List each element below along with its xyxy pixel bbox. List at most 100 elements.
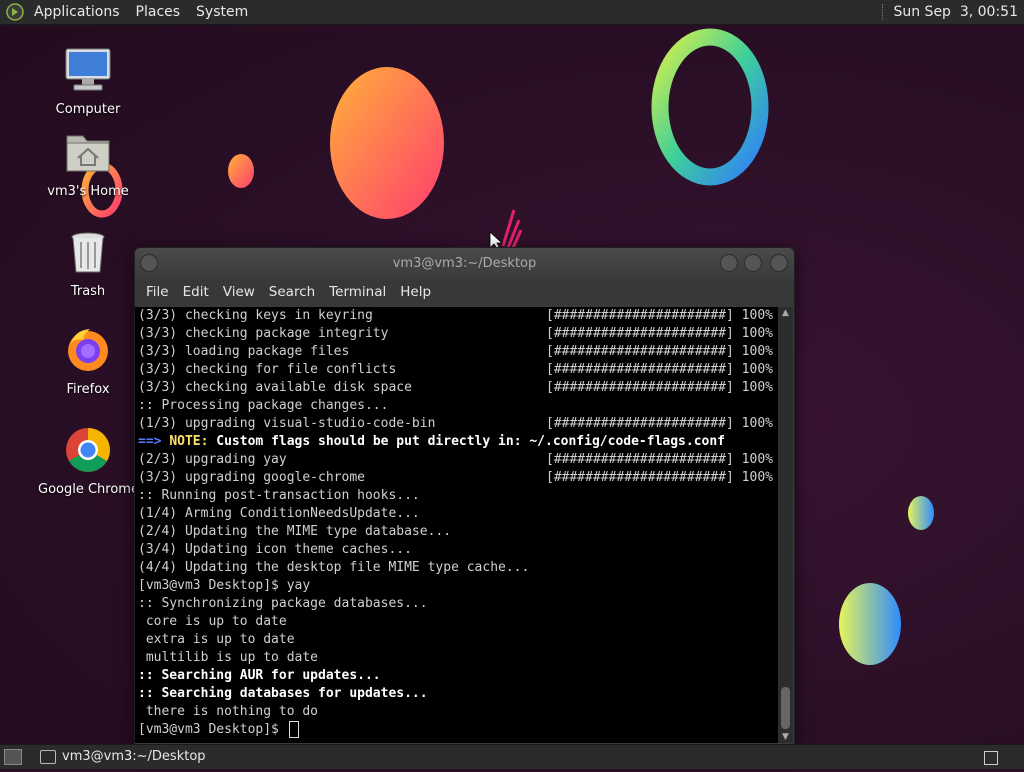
chrome-icon — [66, 428, 110, 472]
line-text: (1/4) Arming ConditionNeedsUpdate... — [138, 506, 420, 521]
desktop-icon-label: Trash — [70, 284, 106, 299]
line-text: (3/3) checking keys in keyring — [138, 308, 373, 323]
menu-edit[interactable]: Edit — [176, 284, 216, 300]
progress-bar-text: [######################] 100% — [546, 470, 773, 485]
terminal-line: (2/3) upgrading yay [####################… — [135, 451, 778, 469]
note-tag: NOTE: — [169, 434, 209, 449]
terminal-line: (4/4) Updating the desktop file MIME typ… — [135, 559, 778, 577]
terminal-line: (3/3) checking keys in keyring [#########… — [135, 307, 778, 325]
terminal-line: extra is up to date — [135, 631, 778, 649]
window-menu-button[interactable] — [140, 254, 158, 272]
scroll-down-arrow-icon[interactable]: ▼ — [778, 731, 793, 743]
line-text: (3/3) checking for file conflicts — [138, 362, 397, 377]
home-folder-icon — [66, 135, 110, 172]
close-button[interactable] — [770, 254, 788, 272]
desktop-icon-label: Firefox — [66, 382, 110, 397]
desktop-icon-chrome[interactable]: Google Chrome — [38, 426, 139, 497]
line-text: extra is up to date — [138, 632, 295, 647]
progress-bar-text: [######################] 100% — [546, 326, 773, 341]
computer-icon — [65, 48, 111, 91]
line-text: core is up to date — [138, 614, 287, 629]
minimize-button[interactable] — [720, 254, 738, 272]
prompt-text: [vm3@vm3 Desktop]$ — [138, 722, 287, 737]
taskbar-label: vm3@vm3:~/Desktop — [62, 749, 206, 764]
terminal-line: (1/3) upgrading visual-studio-code-bin [#… — [135, 415, 778, 433]
progress-bar-text: [######################] 100% — [546, 344, 773, 359]
terminal-menubar: File Edit View Search Terminal Help — [135, 278, 794, 306]
window-title: vm3@vm3:~/Desktop — [392, 256, 537, 271]
terminal-output[interactable]: (3/3) checking keys in keyring [#########… — [135, 307, 778, 743]
menu-view[interactable]: View — [216, 284, 262, 300]
system-menu[interactable]: System — [188, 0, 256, 24]
top-panel: Applications Places System Sun Sep 3, 00… — [0, 0, 1024, 25]
terminal-line: ==> NOTE: Custom flags should be put dir… — [135, 433, 778, 451]
desktop-icon-label: Google Chrome — [38, 482, 139, 497]
menu-help[interactable]: Help — [393, 284, 438, 300]
applications-menu[interactable]: Applications — [26, 0, 128, 24]
terminal-line: :: Searching databases for updates... — [135, 685, 778, 703]
menu-search[interactable]: Search — [262, 284, 322, 300]
clock[interactable]: Sun Sep 3, 00:51 — [893, 4, 1024, 20]
prompt-line[interactable]: [vm3@vm3 Desktop]$ — [135, 721, 778, 739]
desktop-icon-computer[interactable]: Computer — [38, 46, 138, 117]
line-text: :: Synchronizing package databases... — [138, 596, 428, 611]
window-titlebar[interactable]: vm3@vm3:~/Desktop — [135, 248, 794, 278]
desktop-icon-label: vm3's Home — [47, 184, 129, 199]
desktop-icon-home[interactable]: vm3's Home — [38, 128, 138, 199]
taskbar-terminal-button[interactable]: vm3@vm3:~/Desktop — [34, 745, 216, 769]
applications-menu-icon[interactable] — [6, 3, 24, 21]
firefox-icon — [68, 329, 108, 371]
terminal-line: (2/4) Updating the MIME type database... — [135, 523, 778, 541]
terminal-icon — [40, 750, 56, 764]
desktop-icon-firefox[interactable]: Firefox — [38, 326, 138, 397]
terminal-scrollbar[interactable]: ▲ ▼ — [778, 307, 793, 743]
progress-bar-text: [######################] 100% — [546, 452, 773, 467]
line-text: (3/4) Updating icon theme caches... — [138, 542, 412, 557]
desktop-icon-trash[interactable]: Trash — [38, 228, 138, 299]
places-menu[interactable]: Places — [128, 0, 189, 24]
line-text: :: Searching databases for updates... — [138, 686, 428, 701]
workspace-switcher-icon[interactable] — [984, 751, 998, 765]
line-text: (1/3) upgrading visual-studio-code-bin — [138, 416, 436, 431]
menu-terminal[interactable]: Terminal — [322, 284, 393, 300]
terminal-line: (3/3) loading package files [############… — [135, 343, 778, 361]
scrollbar-thumb[interactable] — [781, 687, 790, 729]
panel-separator — [882, 4, 885, 20]
terminal-line: (3/3) checking package integrity [#######… — [135, 325, 778, 343]
show-desktop-icon[interactable] — [4, 749, 22, 765]
text-cursor — [288, 721, 299, 738]
desktop-icon-label: Computer — [55, 102, 121, 117]
terminal-line: (3/3) checking for file conflicts [######… — [135, 361, 778, 379]
bottom-panel: vm3@vm3:~/Desktop — [0, 744, 1024, 769]
terminal-line: :: Running post-transaction hooks... — [135, 487, 778, 505]
scroll-up-arrow-icon[interactable]: ▲ — [778, 307, 793, 319]
progress-bar-text: [######################] 100% — [546, 380, 773, 395]
terminal-line: :: Synchronizing package databases... — [135, 595, 778, 613]
line-text: (3/3) loading package files — [138, 344, 350, 359]
progress-bar-text: [######################] 100% — [546, 416, 773, 431]
terminal-line: (3/3) checking available disk space [####… — [135, 379, 778, 397]
maximize-button[interactable] — [744, 254, 762, 272]
line-text: (3/3) upgrading google-chrome — [138, 470, 365, 485]
terminal-line: :: Searching AUR for updates... — [135, 667, 778, 685]
line-text: (3/3) checking available disk space — [138, 380, 412, 395]
terminal-line: multilib is up to date — [135, 649, 778, 667]
terminal-line: :: Processing package changes... — [135, 397, 778, 415]
line-text: there is nothing to do — [138, 704, 319, 719]
terminal-line: there is nothing to do — [135, 703, 778, 721]
line-text: (2/4) Updating the MIME type database... — [138, 524, 452, 539]
line-text: (2/3) upgrading yay — [138, 452, 287, 467]
trash-icon — [71, 232, 105, 273]
menu-file[interactable]: File — [139, 284, 176, 300]
terminal-window[interactable]: vm3@vm3:~/Desktop File Edit View Search … — [134, 247, 795, 745]
note-arrow: ==> — [138, 434, 162, 449]
terminal-line: (1/4) Arming ConditionNeedsUpdate... — [135, 505, 778, 523]
line-text: multilib is up to date — [138, 650, 319, 665]
note-text: Custom flags should be put directly in: … — [208, 434, 726, 449]
terminal-line: core is up to date — [135, 613, 778, 631]
terminal-line: (3/3) upgrading google-chrome [##########… — [135, 469, 778, 487]
line-text: :: Running post-transaction hooks... — [138, 488, 420, 503]
line-text: (3/3) checking package integrity — [138, 326, 389, 341]
terminal-line: [vm3@vm3 Desktop]$ yay — [135, 577, 778, 595]
line-text: :: Processing package changes... — [138, 398, 389, 413]
